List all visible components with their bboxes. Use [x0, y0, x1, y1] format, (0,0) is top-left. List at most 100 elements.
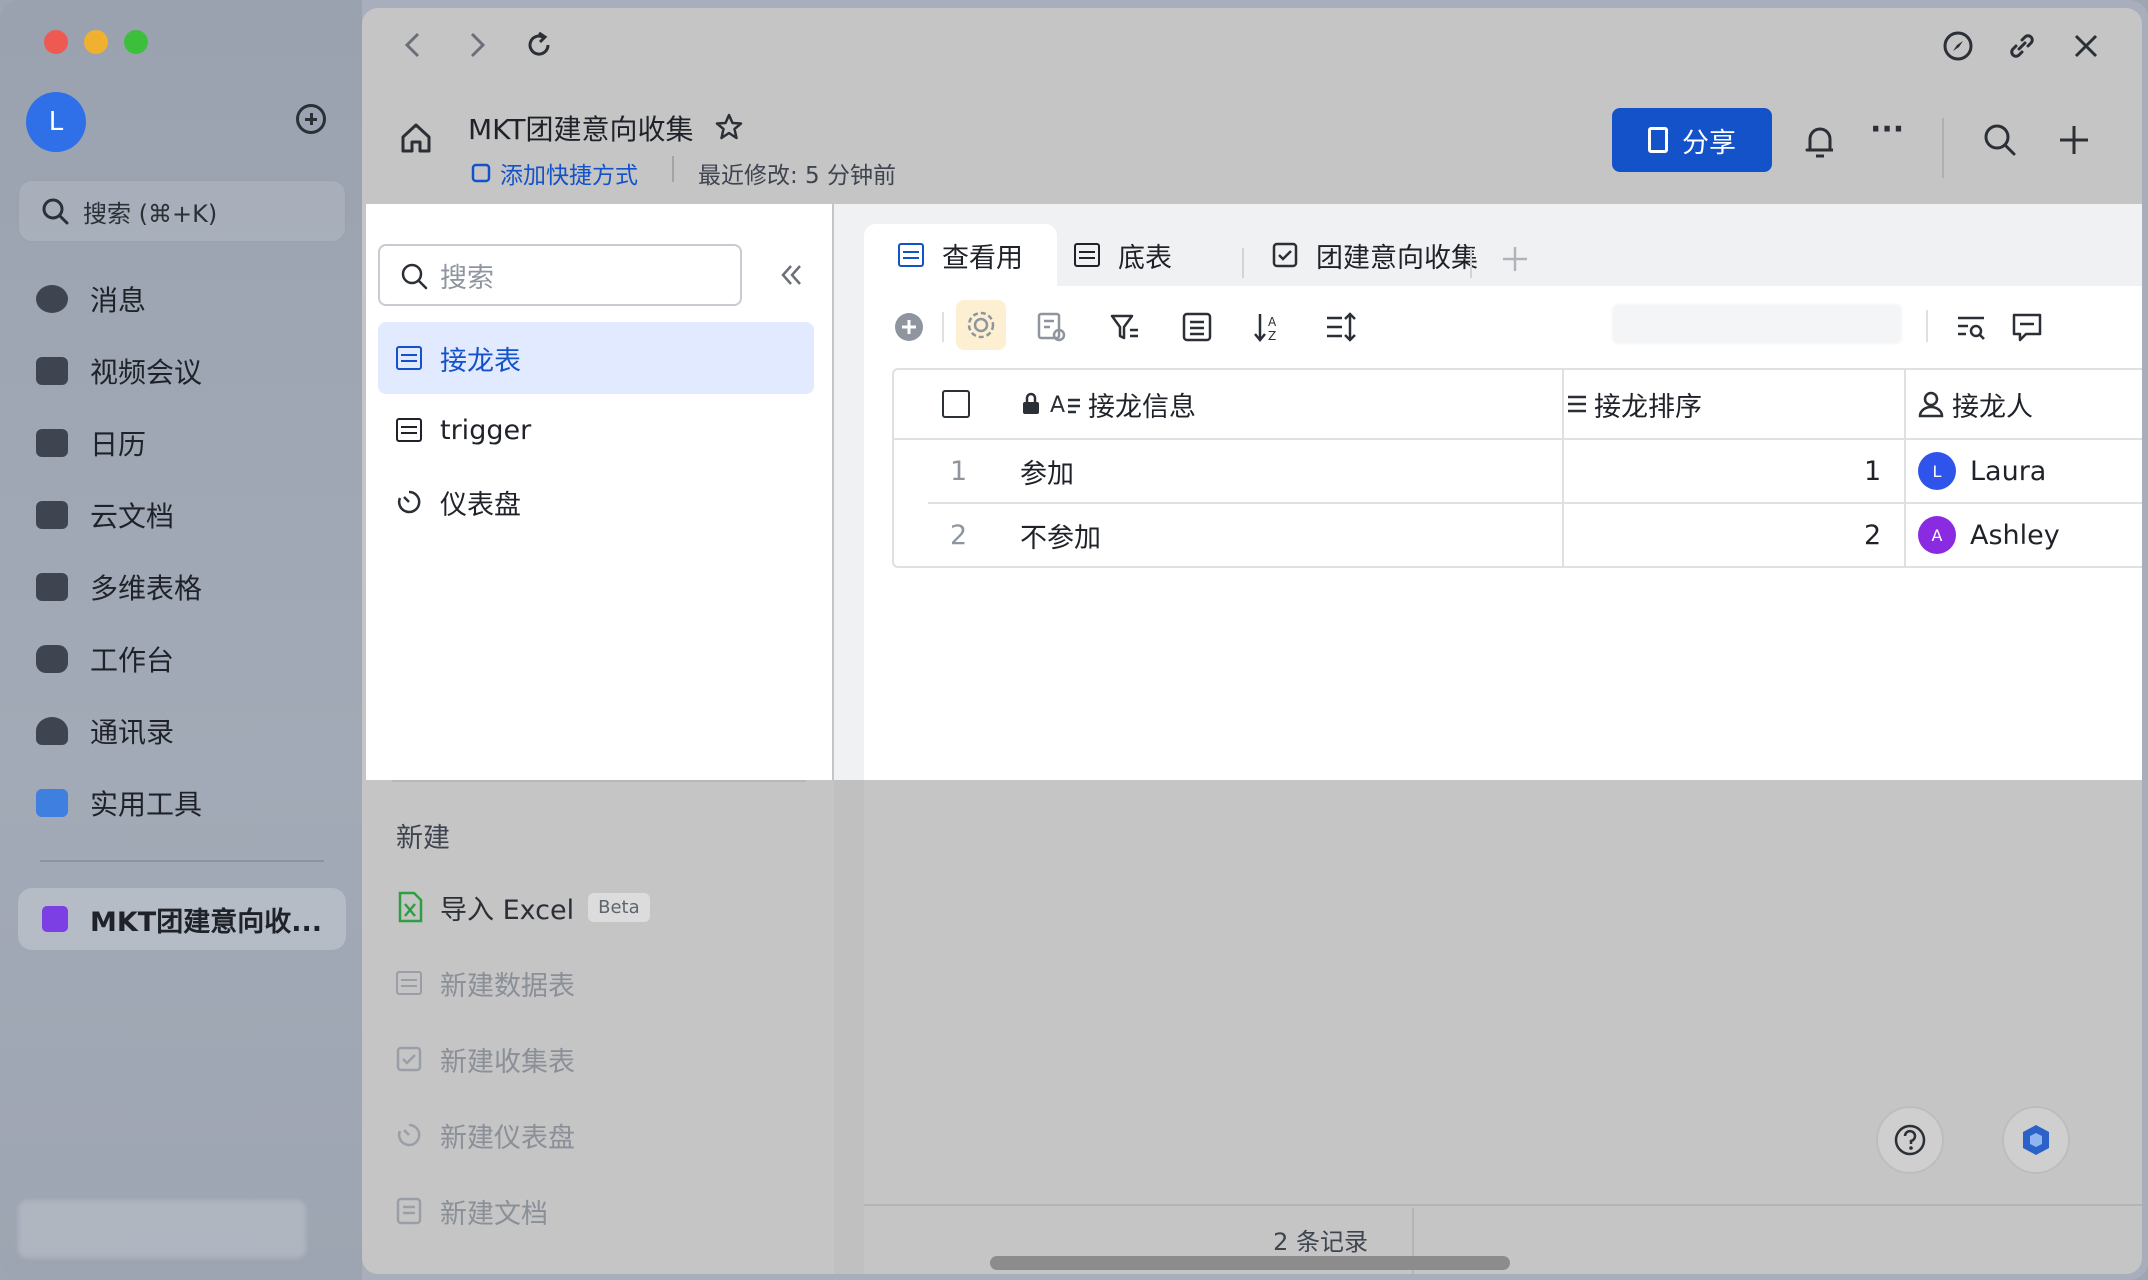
new-dashboard-label: 新建仪表盘	[440, 1122, 575, 1154]
horizontal-scrollbar[interactable]	[990, 1256, 1510, 1270]
table-icon	[396, 346, 422, 370]
find-icon[interactable]	[1954, 310, 1988, 344]
svg-text:A: A	[1268, 315, 1277, 329]
refresh-icon[interactable]	[524, 30, 554, 60]
row-height-icon[interactable]	[1324, 310, 1358, 344]
excel-icon	[398, 891, 423, 923]
sidebar-item-tools[interactable]: 实用工具	[36, 778, 202, 828]
blurred-toolbar-area	[1612, 304, 1902, 344]
cell-person[interactable]: L Laura	[1918, 440, 2046, 502]
sidebar-item-video[interactable]: 视频会议	[36, 346, 202, 396]
dashboard-icon	[397, 1123, 421, 1147]
app-window: L 搜索 (⌘+K) 消息 视频会议 日历 云文档 多维表格 工作台 通讯录 实…	[0, 0, 2148, 1280]
sidebar-item-base[interactable]: 多维表格	[36, 562, 202, 612]
new-table-item[interactable]: 新建数据表	[396, 958, 575, 1008]
add-circle-icon[interactable]	[296, 104, 326, 134]
tab-tuanjian[interactable]: 团建意向收集	[1272, 224, 1478, 286]
tab-chakanyong[interactable]: 查看用	[864, 224, 1057, 286]
sidebar-active-doc[interactable]: MKT团建意向收...	[18, 888, 346, 950]
link-icon[interactable]	[2006, 30, 2038, 62]
cell-info[interactable]: 参加	[1020, 440, 1074, 502]
avatar: A	[1918, 516, 1956, 554]
tab-separator	[1242, 248, 1244, 278]
select-all-checkbox[interactable]	[942, 390, 970, 418]
home-icon[interactable]	[398, 120, 434, 156]
base-icon	[36, 573, 68, 601]
text-field-icon: A	[1050, 393, 1080, 418]
comment-icon[interactable]	[2010, 310, 2044, 344]
filter-icon[interactable]	[1108, 310, 1142, 344]
import-excel-item[interactable]: 导入 Excel Beta	[396, 882, 650, 932]
group-icon[interactable]	[1180, 310, 1214, 344]
table-item-label: 仪表盘	[440, 489, 521, 521]
overlay-gutter	[834, 780, 864, 1274]
chat-icon	[36, 285, 68, 313]
search-icon[interactable]	[1982, 122, 2018, 158]
settings-button[interactable]	[956, 300, 1006, 350]
table-item-trigger[interactable]: trigger	[378, 394, 814, 466]
field-config-icon[interactable]	[1034, 310, 1068, 344]
sidebar-item-label: 实用工具	[90, 788, 203, 821]
column-header-order[interactable]: 接龙排序	[1566, 370, 1702, 438]
tab-separator	[1470, 248, 1472, 278]
cell-info[interactable]: 不参加	[1020, 504, 1101, 566]
cell-order[interactable]: 1	[1864, 440, 1881, 502]
main-area: MKT团建意向收集 添加快捷方式 最近修改: 5 分钟前 分享 ··· 搜索 接…	[362, 8, 2142, 1274]
share-button[interactable]: 分享	[1612, 108, 1772, 172]
sidebar-search[interactable]: 搜索 (⌘+K)	[18, 180, 346, 242]
collapse-icon[interactable]	[776, 260, 806, 290]
new-form-item[interactable]: 新建收集表	[396, 1034, 575, 1084]
column-header-info[interactable]: A 接龙信息	[1020, 370, 1196, 438]
header-divider-line	[672, 156, 674, 182]
add-view-icon[interactable]	[1500, 244, 1530, 274]
tab-label: 底表	[1118, 242, 1172, 274]
sidebar-item-contacts[interactable]: 通讯录	[36, 706, 174, 756]
star-icon[interactable]	[714, 112, 744, 142]
avatar[interactable]: L	[26, 92, 86, 152]
grid-view: A Z A 接龙信息 接龙排序 接龙人 1 参加 1 L Laura 2 不参加…	[864, 286, 2142, 780]
sidebar-item-docs[interactable]: 云文档	[36, 490, 174, 540]
toolbar-separator	[1926, 310, 1928, 342]
number-field-icon	[1568, 395, 1586, 413]
row-index: 2	[950, 519, 968, 551]
more-icon[interactable]: ···	[1870, 112, 1904, 147]
sort-icon[interactable]: A Z	[1252, 310, 1286, 344]
table-search-input[interactable]: 搜索	[378, 244, 742, 306]
contacts-icon	[36, 717, 68, 745]
sidebar-item-messages[interactable]: 消息	[36, 274, 146, 324]
toolbar-separator	[942, 312, 944, 342]
close-icon[interactable]	[2070, 30, 2102, 62]
table-item-label: trigger	[440, 414, 532, 446]
plus-icon[interactable]	[2056, 122, 2092, 158]
help-button[interactable]	[1876, 1106, 1944, 1174]
new-doc-item[interactable]: 新建文档	[396, 1186, 548, 1236]
active-doc-label: MKT团建意向收...	[90, 906, 322, 938]
column-header-person[interactable]: 接龙人	[1918, 370, 2033, 438]
tab-label: 团建意向收集	[1316, 242, 1478, 274]
table-search-placeholder: 搜索	[440, 262, 494, 294]
add-record-icon[interactable]	[892, 310, 926, 344]
maximize-window-button[interactable]	[124, 30, 148, 54]
bell-icon[interactable]	[1802, 122, 1838, 160]
sidebar-item-calendar[interactable]: 日历	[36, 418, 146, 468]
person-icon	[1918, 391, 1944, 418]
tab-dibiao[interactable]: 底表	[1074, 224, 1172, 286]
table-item-label: 接龙表	[440, 345, 521, 377]
new-dashboard-item[interactable]: 新建仪表盘	[396, 1110, 575, 1160]
close-window-button[interactable]	[44, 30, 68, 54]
cell-order[interactable]: 2	[1864, 504, 1881, 566]
create-divider	[392, 780, 806, 782]
gear-icon	[967, 311, 995, 339]
cell-person[interactable]: A Ashley	[1918, 504, 2060, 566]
table-item-jielong[interactable]: 接龙表	[378, 322, 814, 394]
back-icon[interactable]	[398, 30, 428, 60]
add-shortcut-label: 添加快捷方式	[500, 163, 638, 189]
tab-label: 查看用	[942, 242, 1023, 274]
minimize-window-button[interactable]	[84, 30, 108, 54]
forward-icon[interactable]	[462, 30, 492, 60]
compass-icon[interactable]	[1942, 30, 1974, 62]
sidebar-item-workplace[interactable]: 工作台	[36, 634, 174, 684]
table-item-dashboard[interactable]: 仪表盘	[378, 466, 814, 538]
add-shortcut-link[interactable]: 添加快捷方式	[470, 156, 638, 190]
assistant-button[interactable]	[2002, 1106, 2070, 1174]
